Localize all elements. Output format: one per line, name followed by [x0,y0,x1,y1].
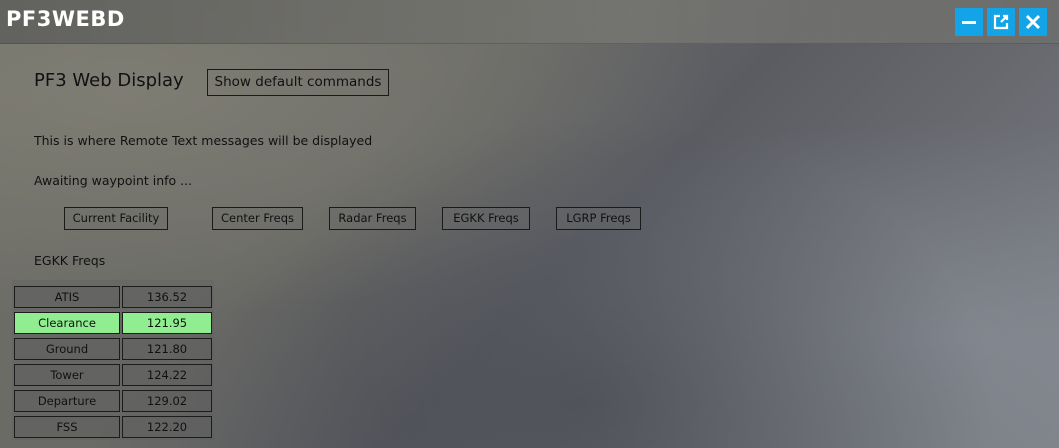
freq-name-cell[interactable]: Clearance [14,312,120,334]
popout-button[interactable] [987,8,1015,36]
remote-text-message: This is where Remote Text messages will … [34,133,373,148]
freq-name-cell[interactable]: Ground [14,338,120,360]
table-row[interactable]: Departure 129.02 [12,388,214,414]
freq-value-cell[interactable]: 121.80 [122,338,212,360]
table-row[interactable]: ATIS 136.52 [12,284,214,310]
minimize-icon [962,21,976,24]
freq-name-cell[interactable]: ATIS [14,286,120,308]
table-row[interactable]: Tower 124.22 [12,362,214,388]
tab-egkk-freqs[interactable]: EGKK Freqs [442,207,530,230]
close-icon [1025,14,1041,30]
table-row[interactable]: Clearance 121.95 [12,310,214,336]
window-title: PF3WEBD [6,7,125,31]
page-title: PF3 Web Display [34,70,184,91]
freq-name-cell[interactable]: Tower [14,364,120,386]
close-button[interactable] [1019,8,1047,36]
show-default-commands-button[interactable]: Show default commands [207,69,389,96]
minimize-button[interactable] [955,8,983,36]
tab-lgrp-freqs[interactable]: LGRP Freqs [556,207,641,230]
freq-section-title: EGKK Freqs [34,253,106,268]
tab-radar-freqs[interactable]: Radar Freqs [329,207,416,230]
freq-value-cell[interactable]: 136.52 [122,286,212,308]
tab-current-facility[interactable]: Current Facility [64,207,168,230]
freq-name-cell[interactable]: Departure [14,390,120,412]
freq-name-cell[interactable]: FSS [14,416,120,438]
freq-value-cell[interactable]: 121.95 [122,312,212,334]
popout-icon [993,14,1009,30]
freq-value-cell[interactable]: 122.20 [122,416,212,438]
waypoint-status: Awaiting waypoint info ... [34,173,193,188]
freq-value-cell[interactable]: 124.22 [122,364,212,386]
tab-center-freqs[interactable]: Center Freqs [212,207,303,230]
freq-value-cell[interactable]: 129.02 [122,390,212,412]
frequency-table: ATIS 136.52 Clearance 121.95 Ground 121.… [12,280,214,440]
title-bar[interactable]: PF3WEBD [0,0,1059,44]
table-row[interactable]: FSS 122.20 [12,414,214,440]
table-row[interactable]: Ground 121.80 [12,336,214,362]
